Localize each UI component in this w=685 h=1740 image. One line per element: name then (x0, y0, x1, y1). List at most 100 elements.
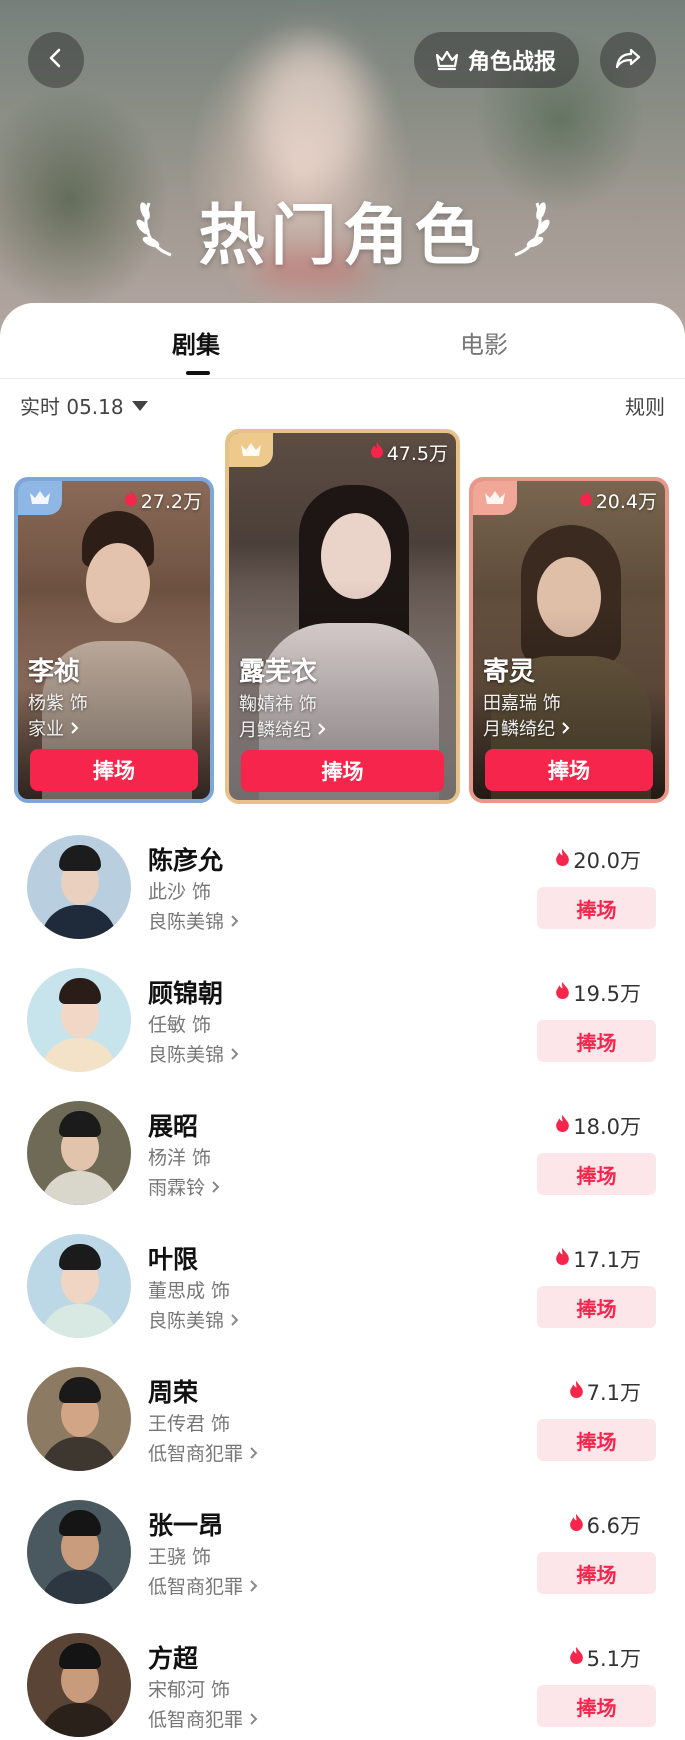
actor-name: 鞠婧祎 饰 (239, 694, 317, 715)
drama-link[interactable]: 良陈美锦 (148, 1306, 239, 1333)
crown-icon (18, 481, 62, 515)
chevron-right-icon (249, 1579, 258, 1593)
avatar (27, 1500, 131, 1604)
list-item[interactable]: 展昭 杨洋 饰 雨霖铃 18.0万 捧场 (0, 1101, 685, 1234)
drama-title: 良陈美锦 (148, 911, 225, 933)
cheer-button[interactable]: 捧场 (537, 1419, 656, 1461)
hero-title-group: 热门角色 (0, 182, 685, 278)
time-filter-dropdown[interactable]: 实时 05.18 (20, 391, 148, 420)
back-button[interactable] (28, 32, 84, 88)
drama-title: 良陈美锦 (148, 1044, 225, 1066)
heat-value: 20.4万 (579, 487, 657, 514)
drama-link[interactable]: 低智商犯罪 (148, 1439, 258, 1466)
actor-name: 杨紫 饰 (28, 693, 88, 714)
heat-value: 7.1万 (569, 1377, 641, 1407)
cheer-button[interactable]: 捧场 (537, 1552, 656, 1594)
drama-link[interactable]: 家业 (28, 715, 80, 741)
chevron-right-icon (249, 1712, 258, 1726)
heat-text: 6.6万 (586, 1514, 641, 1538)
list-item[interactable]: 方超 宋郁河 饰 低智商犯罪 5.1万 捧场 (0, 1633, 685, 1740)
chevron-right-icon (230, 1313, 239, 1327)
category-tabs: 剧集 电影 (0, 303, 685, 379)
role-name: 顾锦朝 (148, 979, 224, 1008)
heat-text: 5.1万 (586, 1647, 641, 1671)
chevron-right-icon (249, 1446, 258, 1460)
role-name: 露芜衣 (239, 657, 318, 687)
flame-icon (569, 1380, 584, 1404)
heat-text: 20.4万 (595, 491, 657, 513)
time-filter-label: 实时 05.18 (20, 395, 124, 419)
heat-value: 19.5万 (555, 978, 641, 1008)
top-card-rank-2[interactable]: 27.2万 李祯 杨紫 饰 家业 捧场 (14, 477, 214, 803)
flame-icon (555, 981, 570, 1005)
drama-link[interactable]: 月鳞绮纪 (483, 715, 571, 741)
heat-value: 17.1万 (555, 1244, 641, 1274)
drama-link[interactable]: 良陈美锦 (148, 907, 239, 934)
role-name: 张一昂 (148, 1511, 224, 1540)
actor-name: 田嘉瑞 饰 (483, 693, 561, 714)
list-item[interactable]: 叶限 董思成 饰 良陈美锦 17.1万 捧场 (0, 1234, 685, 1367)
tab-active-indicator (186, 371, 210, 375)
cheer-button[interactable]: 捧场 (485, 749, 653, 791)
heat-value: 27.2万 (124, 487, 202, 514)
drama-title: 家业 (28, 719, 64, 740)
avatar (27, 1234, 131, 1338)
drama-title: 月鳞绮纪 (239, 720, 311, 741)
chevron-left-icon (44, 46, 68, 74)
tab-movie[interactable]: 电影 (460, 325, 508, 360)
cheer-button[interactable]: 捧场 (30, 749, 198, 791)
actor-name: 王骁 饰 (148, 1546, 212, 1568)
drama-title: 良陈美锦 (148, 1310, 225, 1332)
actor-name: 董思成 饰 (148, 1280, 231, 1302)
cheer-button[interactable]: 捧场 (537, 1685, 656, 1727)
actor-name: 杨洋 饰 (148, 1147, 212, 1169)
role-name: 方超 (148, 1644, 199, 1673)
drama-link[interactable]: 低智商犯罪 (148, 1705, 258, 1732)
top-card-rank-3[interactable]: 20.4万 寄灵 田嘉瑞 饰 月鳞绮纪 捧场 (469, 477, 669, 803)
avatar (27, 968, 131, 1072)
list-item[interactable]: 陈彦允 此沙 饰 良陈美锦 20.0万 捧场 (0, 835, 685, 968)
hero-banner: 角色战报 热门角色 (0, 0, 685, 340)
drama-title: 雨霖铃 (148, 1177, 206, 1199)
chevron-right-icon (211, 1180, 220, 1194)
cheer-button[interactable]: 捧场 (537, 1286, 656, 1328)
list-item[interactable]: 顾锦朝 任敏 饰 良陈美锦 19.5万 捧场 (0, 968, 685, 1101)
drama-title: 低智商犯罪 (148, 1443, 244, 1465)
share-button[interactable] (600, 32, 656, 88)
heat-value: 20.0万 (555, 845, 641, 875)
rules-link[interactable]: 规则 (625, 391, 665, 420)
heat-text: 47.5万 (386, 443, 448, 465)
role-report-button[interactable]: 角色战报 (414, 32, 579, 88)
cheer-button[interactable]: 捧场 (537, 887, 656, 929)
drama-title: 月鳞绮纪 (483, 719, 555, 740)
role-name: 李祯 (28, 657, 81, 687)
tab-series[interactable]: 剧集 (172, 325, 220, 360)
heat-value: 5.1万 (569, 1643, 641, 1673)
chevron-right-icon (230, 1047, 239, 1061)
top-card-rank-1[interactable]: 47.5万 露芜衣 鞠婧祎 饰 月鳞绮纪 捧场 (225, 429, 460, 804)
role-report-label: 角色战报 (468, 50, 557, 75)
heat-text: 27.2万 (140, 491, 202, 513)
avatar (27, 835, 131, 939)
drama-link[interactable]: 月鳞绮纪 (239, 716, 327, 742)
cheer-button[interactable]: 捧场 (537, 1020, 656, 1062)
drama-link[interactable]: 雨霖铃 (148, 1173, 220, 1200)
role-name: 寄灵 (483, 657, 536, 687)
avatar (27, 1633, 131, 1737)
chevron-right-icon (230, 914, 239, 928)
flame-icon (124, 489, 138, 512)
drama-link[interactable]: 良陈美锦 (148, 1040, 239, 1067)
list-item[interactable]: 张一昂 王骁 饰 低智商犯罪 6.6万 捧场 (0, 1500, 685, 1633)
drama-link[interactable]: 低智商犯罪 (148, 1572, 258, 1599)
crown-icon (434, 49, 460, 71)
cheer-button[interactable]: 捧场 (241, 750, 444, 792)
hero-background-figure (255, 40, 365, 190)
role-name: 周荣 (148, 1378, 199, 1407)
avatar (27, 1367, 131, 1471)
chevron-right-icon (561, 719, 571, 740)
heat-value: 6.6万 (569, 1510, 641, 1540)
cheer-button[interactable]: 捧场 (537, 1153, 656, 1195)
list-item[interactable]: 周荣 王传君 饰 低智商犯罪 7.1万 捧场 (0, 1367, 685, 1500)
role-name: 叶限 (148, 1245, 199, 1274)
heat-value: 47.5万 (370, 439, 448, 466)
